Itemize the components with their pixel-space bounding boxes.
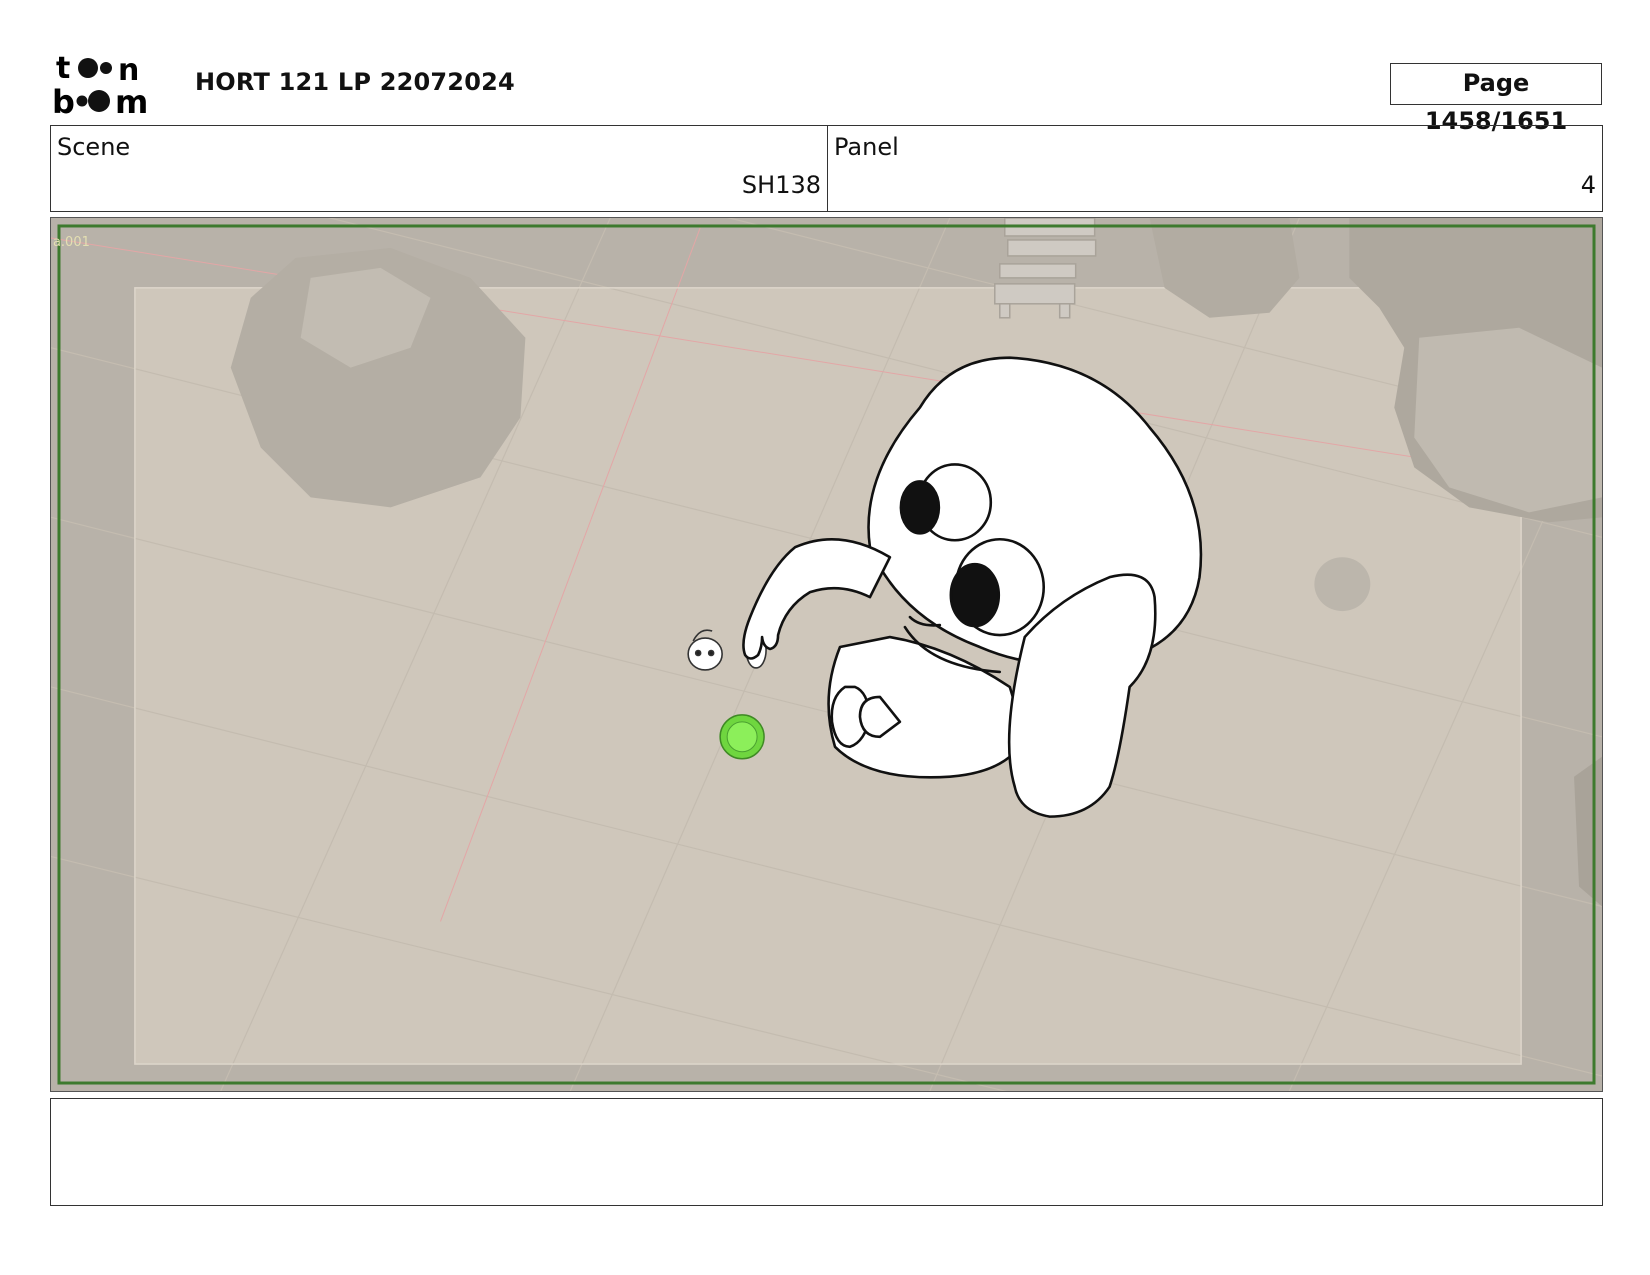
panel-value: 4 [1580, 171, 1596, 199]
page-number: Page 1458/1651 [1390, 63, 1602, 135]
svg-text:t: t [56, 51, 70, 86]
storyboard-panel: a.001 [50, 217, 1603, 1092]
panel-label: Panel [834, 133, 899, 161]
project-title: HORT 121 LP 22072024 [195, 68, 515, 96]
panel-cell: Panel 4 [828, 126, 1602, 211]
svg-text:b: b [52, 83, 75, 116]
scene-value: SH138 [741, 171, 821, 199]
info-table: Scene SH138 Panel 4 [50, 125, 1603, 212]
panel-notes-box [50, 1098, 1603, 1206]
pebble [1314, 557, 1371, 612]
svg-text:m: m [115, 83, 148, 116]
scene-label: Scene [57, 133, 131, 161]
camera-label: a.001 [53, 235, 90, 250]
panel-drawing: a.001 [51, 218, 1602, 1091]
scene-cell: Scene SH138 [51, 126, 828, 211]
toon-boom-logo: t n b m [52, 51, 148, 116]
green-fruit [719, 714, 765, 760]
